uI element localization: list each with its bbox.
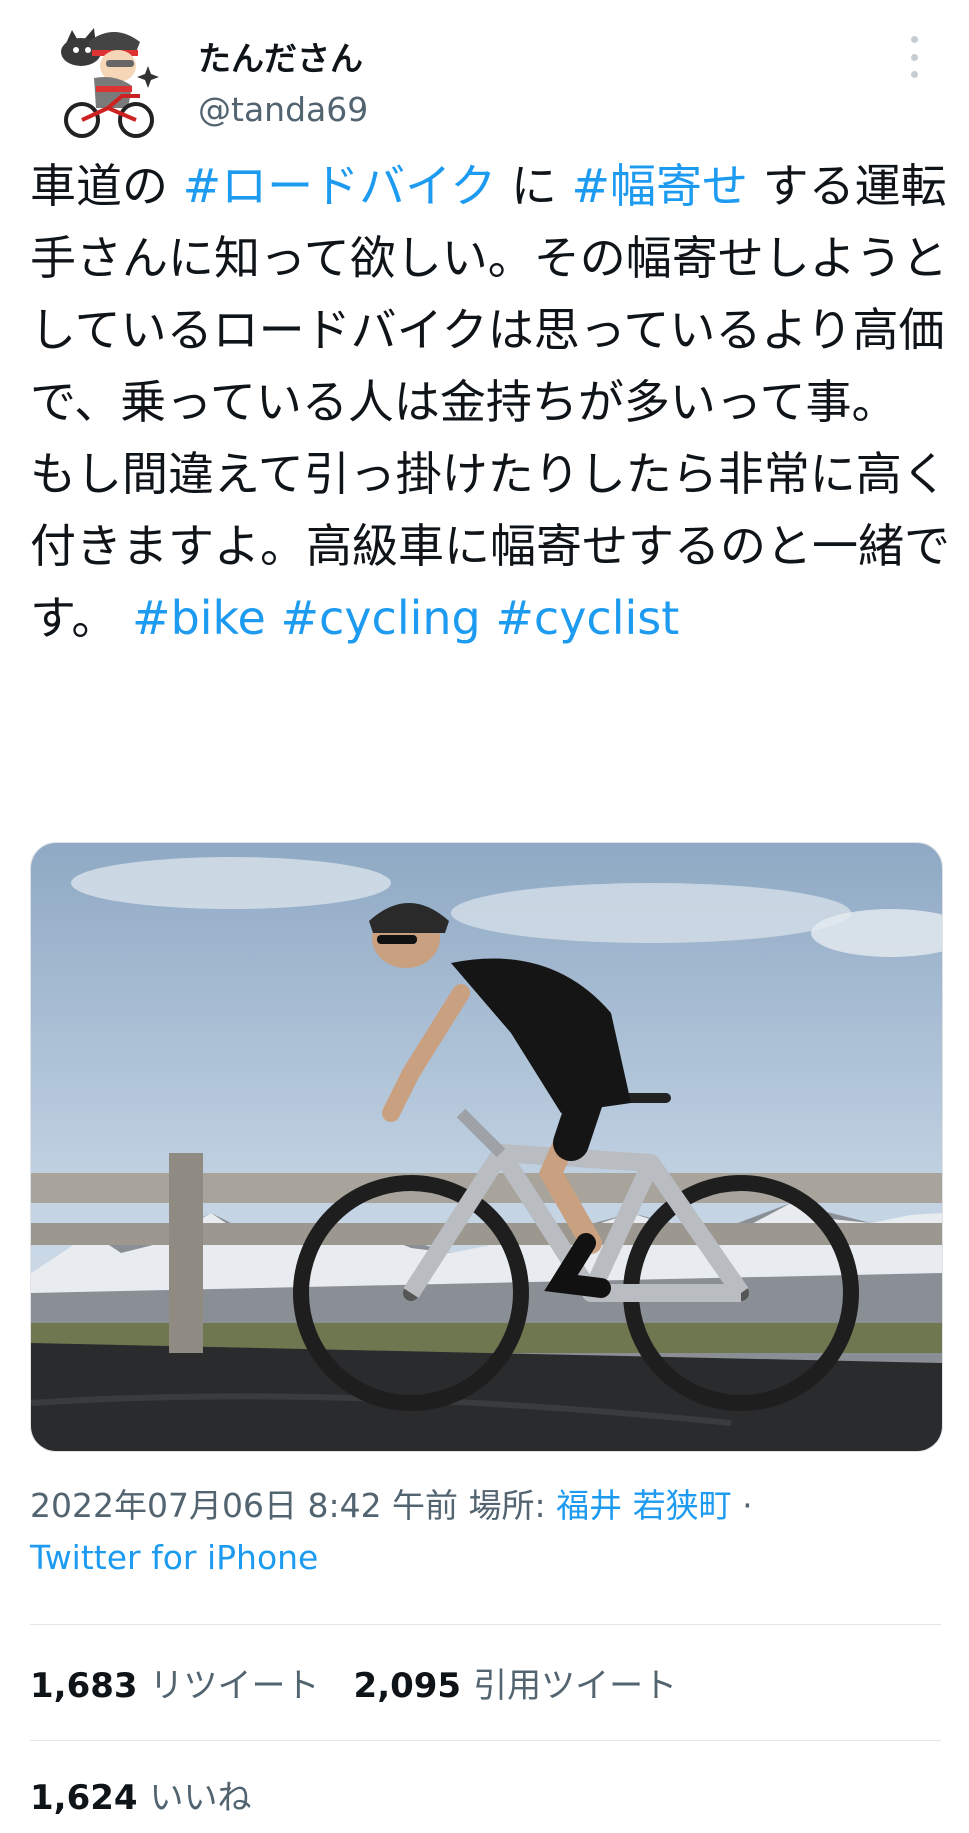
- engagement-row: 1,683 リツイート 2,095 引用ツイート: [30, 1658, 711, 1707]
- hashtag-cycling[interactable]: #cycling: [280, 591, 480, 645]
- tweet-photo[interactable]: [30, 842, 943, 1452]
- likes-label: いいね: [149, 1778, 252, 1818]
- quotes-label: 引用ツイート: [473, 1666, 678, 1706]
- retweets-count: 1,683: [30, 1666, 138, 1706]
- tweet-source-link[interactable]: Twitter for iPhone: [30, 1538, 318, 1577]
- more-vertical-icon[interactable]: [906, 36, 922, 78]
- tweet-text-segment: に: [496, 159, 572, 213]
- avatar[interactable]: [36, 16, 164, 144]
- user-handle[interactable]: @tanda69: [198, 90, 368, 129]
- tweet-datetime[interactable]: 2022年07月06日 8:42 午前: [30, 1486, 458, 1525]
- display-name[interactable]: たんださん: [198, 32, 363, 80]
- location-link[interactable]: 福井 若狭町: [556, 1486, 732, 1525]
- divider: [30, 1624, 941, 1625]
- tweet-text-segment: 車道の: [30, 159, 183, 213]
- hashtag-roadbike[interactable]: #ロードバイク: [183, 159, 497, 213]
- retweets-label: リツイート: [149, 1666, 320, 1706]
- hashtag-habayose[interactable]: #幅寄せ: [572, 159, 749, 213]
- location-label: 場所:: [458, 1486, 557, 1525]
- divider: [30, 1740, 941, 1741]
- quotes-count: 2,095: [353, 1666, 462, 1706]
- quote-tweets-stat[interactable]: 2,095 引用ツイート: [354, 1658, 678, 1707]
- retweets-stat[interactable]: 1,683 リツイート: [30, 1658, 320, 1707]
- meta-separator: ·: [731, 1486, 753, 1525]
- likes-stat[interactable]: 1,624 いいね: [30, 1770, 252, 1819]
- hashtag-bike[interactable]: #bike: [132, 591, 266, 645]
- tweet-text: 車道の #ロードバイク に #幅寄せ する運転手さんに知って欲しい。その幅寄せし…: [30, 150, 950, 654]
- tweet-meta: 2022年07月06日 8:42 午前 場所: 福井 若狭町 · Twitter…: [30, 1480, 950, 1584]
- likes-count: 1,624: [30, 1778, 138, 1818]
- likes-row: 1,624 いいね: [30, 1770, 286, 1819]
- hashtag-cyclist[interactable]: #cyclist: [495, 591, 679, 645]
- tweet-header: たんださん @tanda69: [0, 0, 969, 150]
